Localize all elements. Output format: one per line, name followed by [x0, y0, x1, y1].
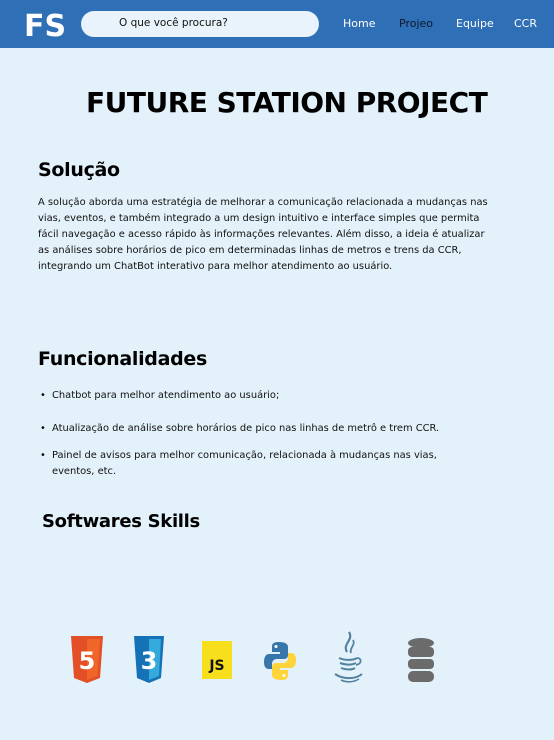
page-title: FUTURE STATION PROJECT	[86, 86, 488, 119]
svg-text:3: 3	[141, 647, 158, 675]
bullet: •	[40, 450, 46, 461]
feature-item: • Chatbot para melhor atendimento ao usu…	[40, 388, 470, 404]
svg-text:5: 5	[79, 647, 96, 675]
search-input[interactable]: O que você procura?	[81, 11, 319, 37]
javascript-icon: JS	[202, 641, 232, 679]
database-icon	[408, 638, 434, 682]
svg-text:JS: JS	[208, 658, 224, 674]
logo-text: FS	[24, 9, 64, 41]
feature-text: Chatbot para melhor atendimento ao usuár…	[52, 390, 280, 401]
java-icon	[334, 631, 363, 683]
solucao-text: A solução aborda uma estratégia de melho…	[38, 197, 488, 272]
search-placeholder: O que você procura?	[119, 17, 228, 29]
feature-text: Atualização de análise sobre horários de…	[52, 423, 440, 434]
nav-ccr[interactable]: CCR	[514, 17, 537, 30]
bullet: •	[40, 423, 46, 434]
html5-icon: 5	[71, 636, 103, 683]
navbar: FS O que você procura? Home Projeo Equip…	[0, 0, 554, 48]
skills-heading: Softwares Skills	[42, 511, 200, 532]
nav-home[interactable]: Home	[343, 17, 375, 30]
css3-icon: 3	[134, 636, 164, 683]
feature-item: • Painel de avisos para melhor comunicaç…	[40, 448, 470, 480]
fs-logo[interactable]: FS	[24, 9, 64, 41]
nav-equipe[interactable]: Equipe	[456, 17, 494, 30]
funcionalidades-heading: Funcionalidades	[38, 348, 208, 370]
nav-projeto[interactable]: Projeo	[399, 17, 433, 30]
bullet: •	[40, 390, 46, 401]
feature-item: • Atualização de análise sobre horários …	[40, 421, 470, 437]
feature-text: Painel de avisos para melhor comunicação…	[52, 450, 437, 477]
python-icon	[264, 642, 296, 680]
solucao-heading: Solução	[38, 159, 120, 181]
